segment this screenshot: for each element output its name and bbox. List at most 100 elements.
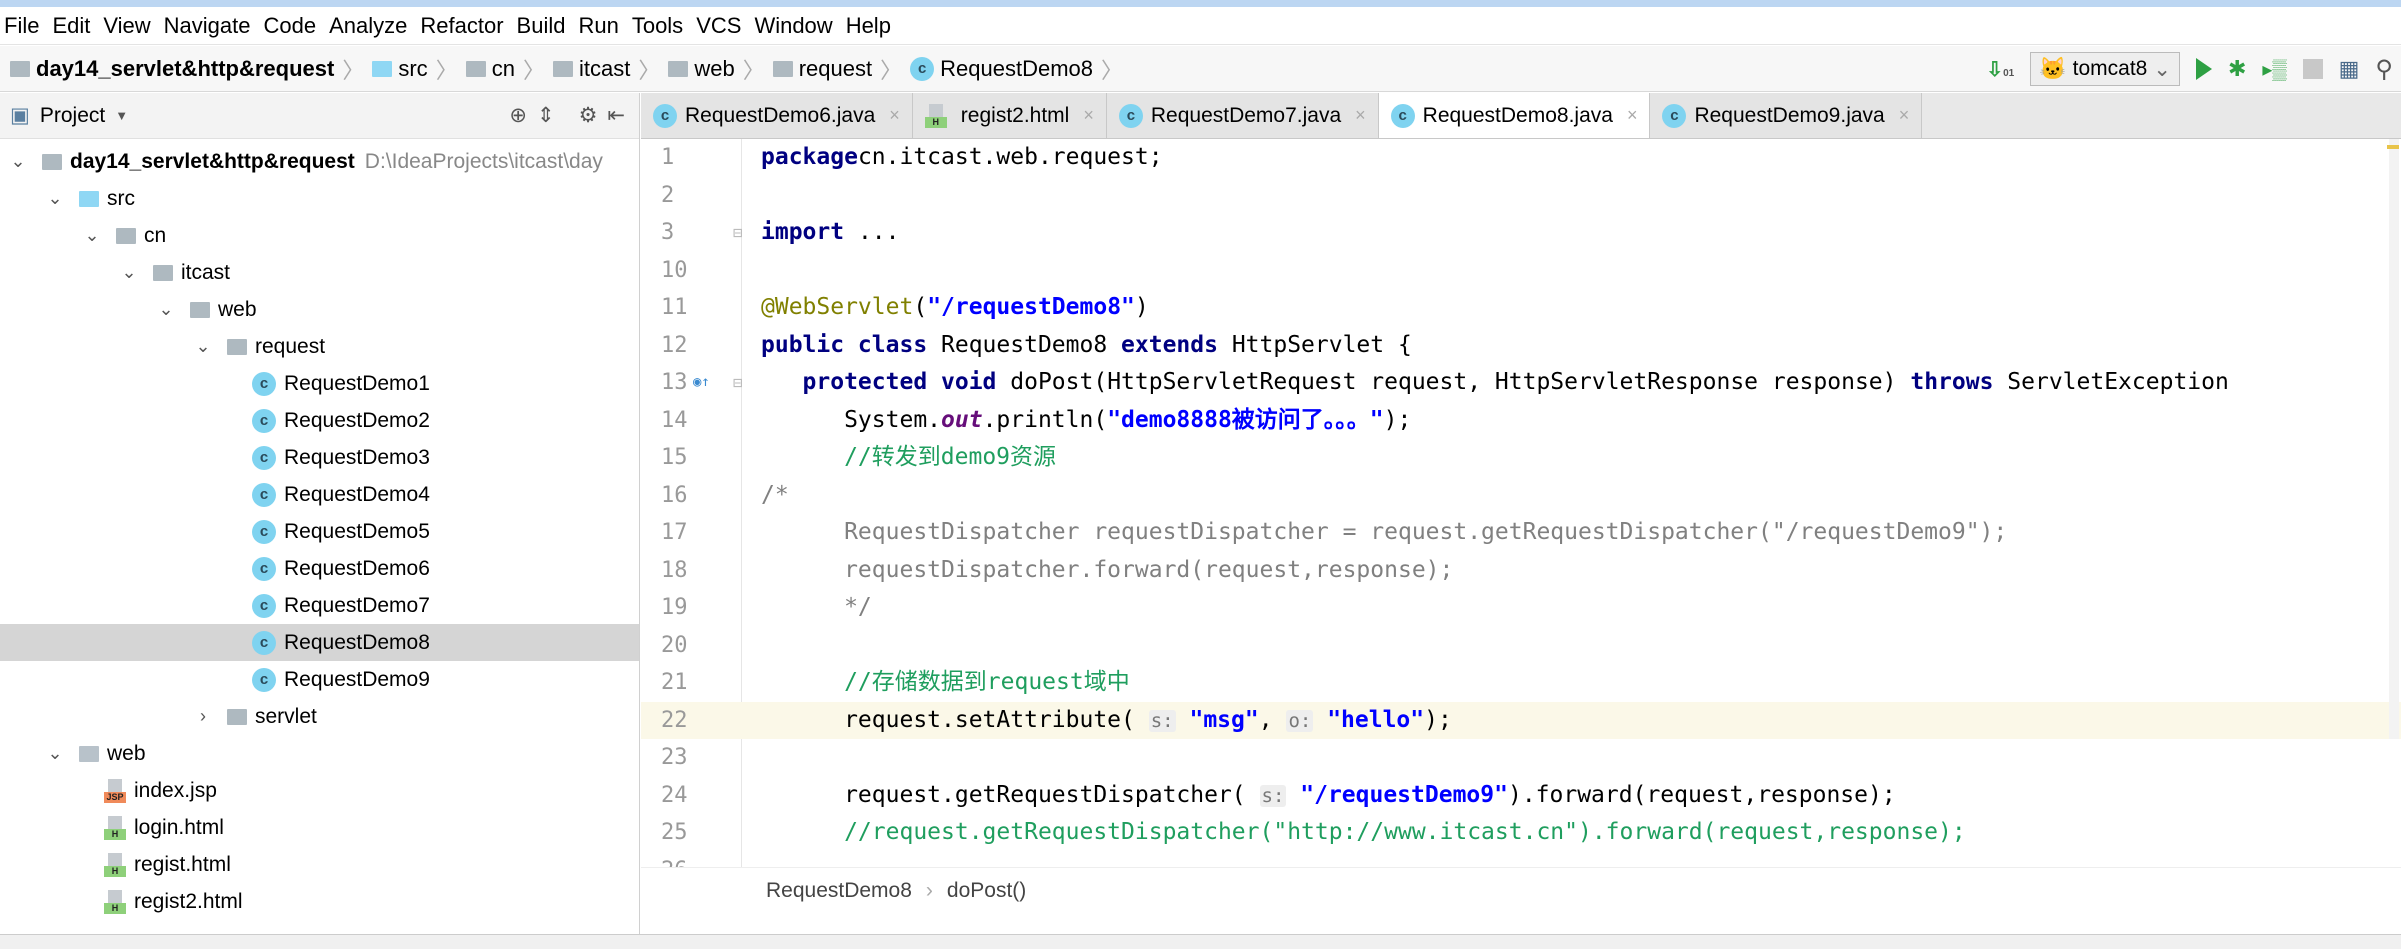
project-structure-icon[interactable]: ▦ — [2339, 56, 2360, 82]
menu-help[interactable]: Help — [842, 13, 900, 39]
class-icon: c — [653, 103, 677, 128]
vertical-scrollbar[interactable] — [2389, 139, 2399, 739]
build-icon[interactable]: ⇩01 — [1986, 57, 2014, 82]
menu-refactor[interactable]: Refactor — [416, 13, 512, 39]
chevron-down-icon: ⌄ — [2153, 57, 2171, 81]
tree-item[interactable]: ⌄ web — [0, 291, 639, 328]
tree-item[interactable]: ⌄ request — [0, 328, 639, 365]
tree-item[interactable]: Hregist.html — [0, 846, 639, 883]
close-icon[interactable]: × — [889, 105, 900, 126]
code-token: "/requestDemo8" — [927, 294, 1135, 320]
code-token: throws — [1910, 369, 2008, 395]
breadcrumb-class[interactable]: RequestDemo8 — [766, 879, 912, 903]
chevron-right-icon[interactable]: › — [191, 706, 215, 727]
breadcrumb-label: web — [694, 55, 735, 81]
chevron-down-icon[interactable]: ⌄ — [43, 188, 67, 209]
settings-icon[interactable]: ⚙ — [579, 103, 598, 128]
editor-tab[interactable]: c RequestDemo7.java × — [1106, 93, 1379, 138]
warning-marker[interactable] — [2387, 145, 2399, 149]
tree-item[interactable]: c RequestDemo6 — [0, 550, 639, 587]
stop-icon[interactable] — [2302, 59, 2323, 79]
fold-marker-icon[interactable]: ⊟ — [733, 214, 743, 252]
hide-panel-icon[interactable]: ⇤ — [607, 103, 625, 128]
code-token: "msg" — [1189, 706, 1259, 733]
tree-item-label: RequestDemo3 — [284, 445, 430, 469]
close-icon[interactable]: × — [1899, 105, 1910, 126]
breadcrumb-item[interactable]: itcast — [549, 56, 634, 82]
menu-window[interactable]: Window — [750, 13, 841, 39]
code-token: /* — [761, 481, 789, 508]
menu-vcs[interactable]: VCS — [692, 13, 750, 39]
tree-item[interactable]: Hregist2.html — [0, 883, 639, 920]
close-icon[interactable]: × — [1083, 105, 1094, 126]
search-icon[interactable]: ⚲ — [2375, 55, 2393, 84]
tree-item[interactable]: c RequestDemo3 — [0, 439, 639, 476]
editor-tab[interactable]: c RequestDemo8.java × — [1378, 93, 1651, 138]
menu-edit[interactable]: Edit — [48, 13, 99, 39]
menu-analyze[interactable]: Analyze — [325, 13, 416, 39]
tree-item[interactable]: ⌄ itcast — [0, 254, 639, 291]
tree-item-label: request — [255, 334, 326, 358]
chevron-down-icon[interactable]: ⌄ — [43, 743, 67, 764]
code-line: 18 requestDispatcher.forward(request,res… — [641, 552, 2401, 590]
override-gutter-icon[interactable]: ◉↑ — [693, 364, 710, 402]
menu-build[interactable]: Build — [513, 13, 575, 39]
project-tree: ⌄ day14_servlet&http&request D:\IdeaProjec… — [0, 139, 639, 920]
project-view-dropdown[interactable]: Project — [40, 104, 105, 128]
tree-item[interactable]: c RequestDemo1 — [0, 365, 639, 402]
menu-code[interactable]: Code — [260, 13, 326, 39]
breadcrumb-item[interactable]: src — [368, 56, 431, 82]
editor-tab[interactable]: Hregist2.html × — [912, 93, 1107, 138]
breadcrumb-item[interactable]: web — [664, 56, 738, 82]
chevron-down-icon[interactable]: ⌄ — [154, 299, 178, 320]
breadcrumb-item[interactable]: c RequestDemo8 — [906, 56, 1097, 82]
breadcrumb-method[interactable]: doPost() — [947, 879, 1026, 903]
run-config-dropdown[interactable]: 🐱 tomcat8 ⌄ — [2030, 52, 2180, 86]
fold-marker-icon[interactable]: ⊟ — [733, 364, 743, 402]
breadcrumb-item[interactable]: cn — [462, 56, 519, 82]
code-token: out — [941, 406, 983, 433]
debug-icon[interactable]: ✱ — [2228, 56, 2246, 82]
menu-file[interactable]: File — [0, 13, 48, 39]
chevron-down-icon[interactable]: ▼ — [115, 108, 128, 123]
tree-item[interactable]: c RequestDemo4 — [0, 476, 639, 513]
chevron-down-icon[interactable]: ⌄ — [80, 225, 104, 246]
tree-item[interactable]: ⌄ web — [0, 735, 639, 772]
editor-tab[interactable]: c RequestDemo9.java × — [1650, 93, 1923, 138]
close-icon[interactable]: × — [1627, 105, 1638, 126]
class-icon: c — [1118, 103, 1143, 128]
editor-tab[interactable]: c RequestDemo6.java × — [641, 93, 913, 138]
menu-view[interactable]: View — [99, 13, 159, 39]
tree-item[interactable]: c RequestDemo2 — [0, 402, 639, 439]
chevron-down-icon[interactable]: ⌄ — [117, 262, 141, 283]
chevron-right-icon: 〉 — [880, 57, 903, 83]
breadcrumb-item[interactable]: day14_servlet&http&request — [6, 56, 338, 82]
breadcrumb-item[interactable]: request — [769, 56, 876, 82]
tree-item[interactable]: Hlogin.html — [0, 809, 639, 846]
menu-navigate[interactable]: Navigate — [160, 13, 260, 39]
run-icon[interactable] — [2195, 58, 2212, 80]
tree-item[interactable]: c RequestDemo9 — [0, 661, 639, 698]
tree-item-label: index.jsp — [134, 778, 217, 802]
menu-tools[interactable]: Tools — [628, 13, 692, 39]
tree-item[interactable]: c RequestDemo8 — [0, 624, 639, 661]
locate-icon[interactable]: ⊕ — [509, 103, 527, 128]
collapse-all-icon[interactable]: ⇕ — [537, 103, 555, 128]
tree-item[interactable]: › servlet — [0, 698, 639, 735]
tree-item[interactable]: ⌄ cn — [0, 217, 639, 254]
tree-item[interactable]: ⌄ src — [0, 180, 639, 217]
chevron-down-icon[interactable]: ⌄ — [191, 336, 215, 357]
chevron-down-icon[interactable]: ⌄ — [6, 151, 30, 172]
tree-item[interactable]: c RequestDemo5 — [0, 513, 639, 550]
project-path: D:\IdeaProjects\itcast\day — [364, 149, 603, 173]
chevron-right-icon: 〉 — [638, 57, 661, 83]
tree-item[interactable]: c RequestDemo7 — [0, 587, 639, 624]
folder-icon — [227, 708, 247, 725]
menu-run[interactable]: Run — [574, 13, 627, 39]
line-number: 15 — [661, 445, 688, 470]
tree-item[interactable]: ⌄ day14_servlet&http&request D:\IdeaProjec… — [0, 143, 639, 180]
tree-item[interactable]: JSP index.jsp — [0, 772, 639, 809]
close-icon[interactable]: × — [1355, 105, 1366, 126]
coverage-icon[interactable]: ▸▒ — [2262, 57, 2286, 82]
code-area[interactable]: 1 packagecn.itcast.web.request; 2 3 ⊟ import … — [641, 139, 2401, 867]
